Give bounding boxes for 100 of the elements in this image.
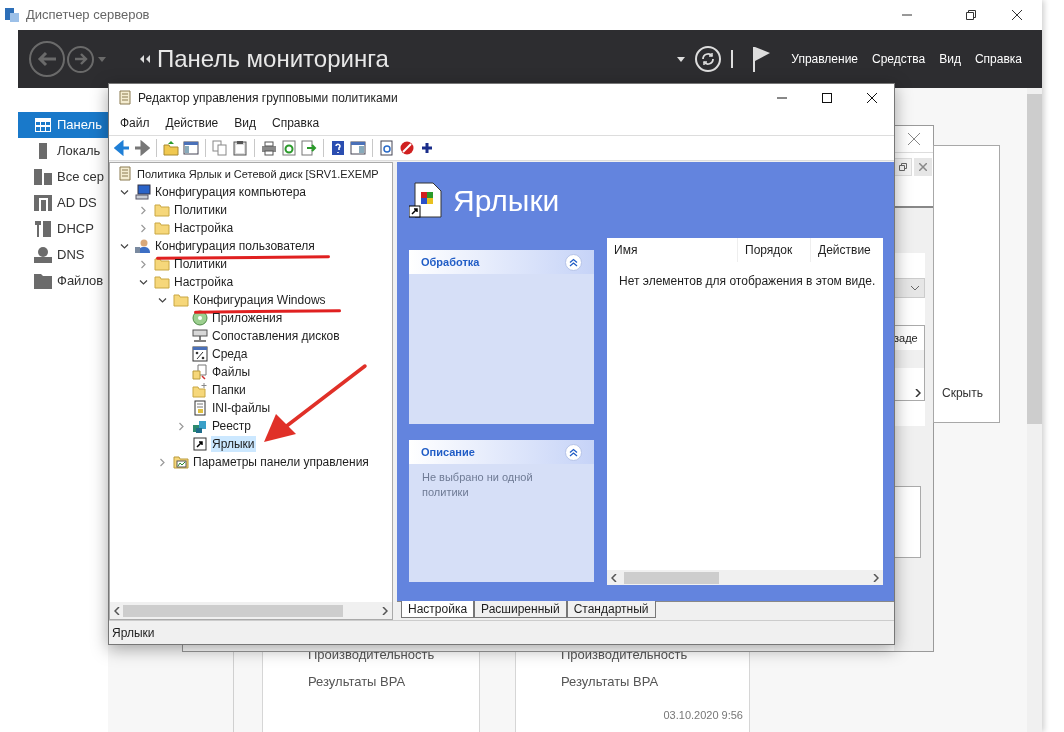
caret-icon[interactable] [677, 56, 686, 62]
shortcut-document-icon [409, 182, 443, 218]
view-tab[interactable]: Стандартный [566, 601, 656, 618]
files-icon [192, 364, 208, 380]
tree-item[interactable]: Сопоставления дисков [211, 328, 341, 344]
sidebar-item[interactable]: Панель [18, 112, 108, 138]
menu-item[interactable]: Средства [872, 50, 926, 68]
printer-icon[interactable] [261, 140, 277, 156]
scroll-right-icon[interactable] [915, 389, 921, 397]
dropdown-field[interactable] [894, 278, 925, 298]
column-header[interactable]: Порядок [737, 238, 810, 262]
scroll-left-icon[interactable] [114, 606, 120, 615]
refresh-icon[interactable] [281, 140, 297, 156]
document-icon[interactable] [379, 140, 395, 156]
computer-icon [135, 184, 151, 200]
tree-item[interactable]: Приложения [211, 310, 284, 326]
column-header[interactable]: Имя [607, 238, 737, 262]
collapse-chevron-icon[interactable] [157, 295, 167, 305]
tree-item[interactable]: Параметры панели управления [192, 454, 370, 470]
folder-up-icon[interactable] [163, 140, 179, 156]
tree-item[interactable]: Конфигурация пользователя [154, 238, 316, 254]
tree-item[interactable]: Конфигурация компьютера [154, 184, 308, 200]
server-icon [38, 143, 48, 159]
tree-item[interactable]: Среда [211, 346, 249, 362]
view-tab[interactable]: Настройка [401, 601, 475, 618]
document-icon [192, 400, 208, 416]
sidebar-item[interactable]: Файлов [18, 268, 108, 294]
wrench-server-icon [34, 221, 52, 237]
scrollbar[interactable] [1027, 88, 1042, 732]
sidebar-item[interactable]: AD DS [18, 190, 108, 216]
restore-icon [966, 10, 976, 20]
table-row[interactable] [894, 350, 924, 368]
export-icon[interactable] [301, 140, 317, 156]
menu-item[interactable]: Управление [791, 50, 859, 68]
menu-item[interactable]: Действие [157, 114, 227, 132]
sidebar-item[interactable]: DHCP [18, 216, 108, 242]
tree-item[interactable]: INI-файлы [211, 400, 272, 416]
double-triangle-icon [140, 55, 150, 63]
tree-item[interactable]: Папки [211, 382, 247, 398]
back-arrow-icon[interactable] [114, 140, 130, 156]
forward-arrow-icon[interactable] [134, 140, 150, 156]
scroll-left-icon[interactable] [611, 573, 617, 582]
scroll-icon [117, 89, 133, 106]
menu-item[interactable]: Файл [112, 114, 158, 132]
scroll-right-icon[interactable] [382, 606, 388, 615]
sidebar-item[interactable]: Локаль [18, 138, 108, 164]
chevron-down-icon [910, 285, 920, 291]
control-panel-icon [173, 454, 189, 470]
refresh-button[interactable] [695, 46, 722, 72]
folder-icon [154, 202, 170, 218]
tree-item[interactable]: Настройка [173, 274, 235, 290]
tree-item[interactable]: Политика Ярлык и Сетевой диск [SRV1.EXEMP [136, 166, 380, 182]
column-header: заде [894, 331, 919, 346]
menu-item[interactable]: Справка [264, 114, 328, 132]
plus-icon[interactable] [419, 140, 435, 156]
menu-item[interactable]: Вид [939, 50, 961, 68]
horizontal-scrollbar[interactable] [607, 570, 883, 585]
tree-item[interactable]: Файлы [211, 364, 252, 380]
scroll-icon [117, 166, 133, 182]
server-manager-icon [4, 7, 20, 23]
tree-item[interactable]: Настройка [173, 220, 235, 236]
menu-item[interactable]: Справка [974, 50, 1022, 68]
tree-item[interactable]: Политики [173, 256, 228, 272]
panel-icon[interactable] [183, 140, 199, 156]
tree-item[interactable]: Конфигурация Windows [192, 292, 327, 308]
double-chevron-icon [569, 257, 578, 267]
empty-message: Нет элементов для отображения в этом виде. [619, 273, 877, 290]
sidebar-item[interactable]: Все сер [18, 164, 108, 190]
clipboard-icon[interactable] [232, 140, 248, 156]
help-icon[interactable] [330, 140, 346, 156]
collapse-button[interactable] [565, 443, 582, 461]
stop-icon[interactable] [399, 140, 415, 156]
folder-icon [154, 256, 170, 272]
collapse-chevron-icon[interactable] [138, 277, 148, 287]
tree-item[interactable]: Политики [173, 202, 228, 218]
servers-icon [34, 169, 52, 185]
tree-item[interactable]: Реестр [211, 418, 252, 434]
maximize-icon [821, 92, 832, 103]
globe-server-icon [34, 247, 52, 263]
back-button[interactable] [29, 41, 65, 77]
collapse-chevron-icon[interactable] [119, 241, 129, 251]
folder-icon [154, 220, 170, 236]
tile-link[interactable]: Результаты BPA [561, 673, 749, 700]
collapse-button[interactable] [565, 253, 582, 271]
menu-item[interactable]: Вид [226, 114, 264, 132]
hide-link[interactable]: Скрыть [942, 384, 999, 402]
scroll-right-icon[interactable] [873, 573, 879, 582]
window-icon[interactable] [350, 140, 366, 156]
column-header[interactable]: Действие [810, 238, 883, 262]
view-tab[interactable]: Расширенный [474, 601, 567, 618]
collapse-chevron-icon[interactable] [119, 187, 129, 197]
tree-item[interactable]: Ярлыки [211, 436, 256, 452]
flag-icon[interactable] [753, 46, 772, 72]
horizontal-scrollbar[interactable] [110, 602, 392, 619]
tile-link[interactable]: Результаты BPA [308, 673, 479, 700]
forward-button[interactable] [67, 45, 94, 73]
close-button[interactable] [914, 157, 932, 176]
sidebar-item[interactable]: DNS [18, 242, 108, 268]
heading: Ярлыки [453, 182, 560, 219]
page-title: Панель мониторинга [157, 44, 389, 74]
